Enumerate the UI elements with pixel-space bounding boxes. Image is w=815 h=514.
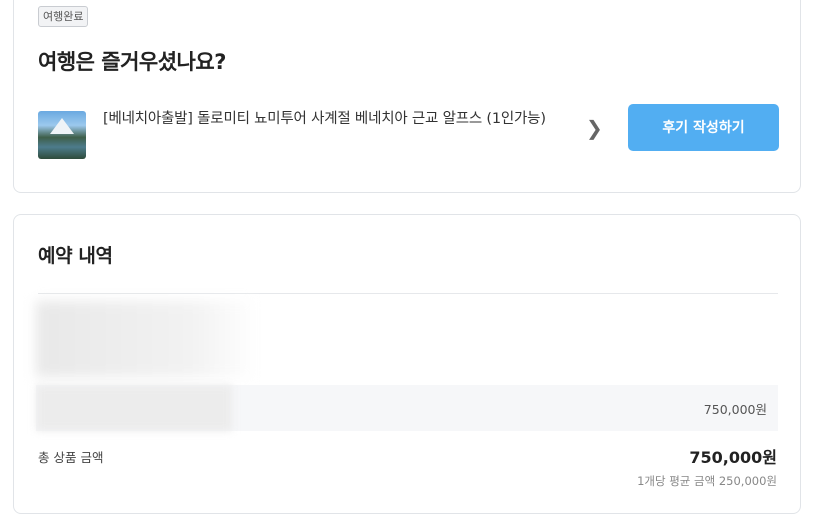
page-title: 여행은 즐거우셨나요? xyxy=(38,50,226,74)
total-value: 750,000원 xyxy=(689,448,777,467)
blurred-option-name xyxy=(36,385,232,431)
product-row[interactable]: [베네치아출발] 돌로미티 뇨미투어 사계절 베네치아 근교 알프스 (1인가능… xyxy=(38,104,798,160)
status-badge: 여행완료 xyxy=(38,6,89,27)
option-price: 750,000원 xyxy=(703,402,767,417)
trip-complete-card: 여행완료 여행은 즐거우셨나요? [베네치아출발] 돌로미티 뇨미투어 사계절 … xyxy=(13,0,801,193)
mountain-image xyxy=(50,118,74,134)
section-title: 예약 내역 xyxy=(38,245,113,267)
reservation-card: 예약 내역 750,000원 총 상품 금액 750,000원 1개당 평균 금… xyxy=(13,214,801,514)
product-thumbnail[interactable] xyxy=(38,111,86,159)
total-label: 총 상품 금액 xyxy=(38,450,104,465)
chevron-right-icon[interactable]: ❯ xyxy=(586,116,603,140)
divider xyxy=(38,293,778,294)
option-row: 750,000원 xyxy=(36,385,778,431)
product-title-link[interactable]: [베네치아출발] 돌로미티 뇨미투어 사계절 베네치아 근교 알프스 (1인가능… xyxy=(103,108,563,131)
average-price: 1개당 평균 금액 250,000원 xyxy=(637,474,777,488)
write-review-button[interactable]: 후기 작성하기 xyxy=(628,104,779,151)
blurred-content xyxy=(36,301,258,377)
